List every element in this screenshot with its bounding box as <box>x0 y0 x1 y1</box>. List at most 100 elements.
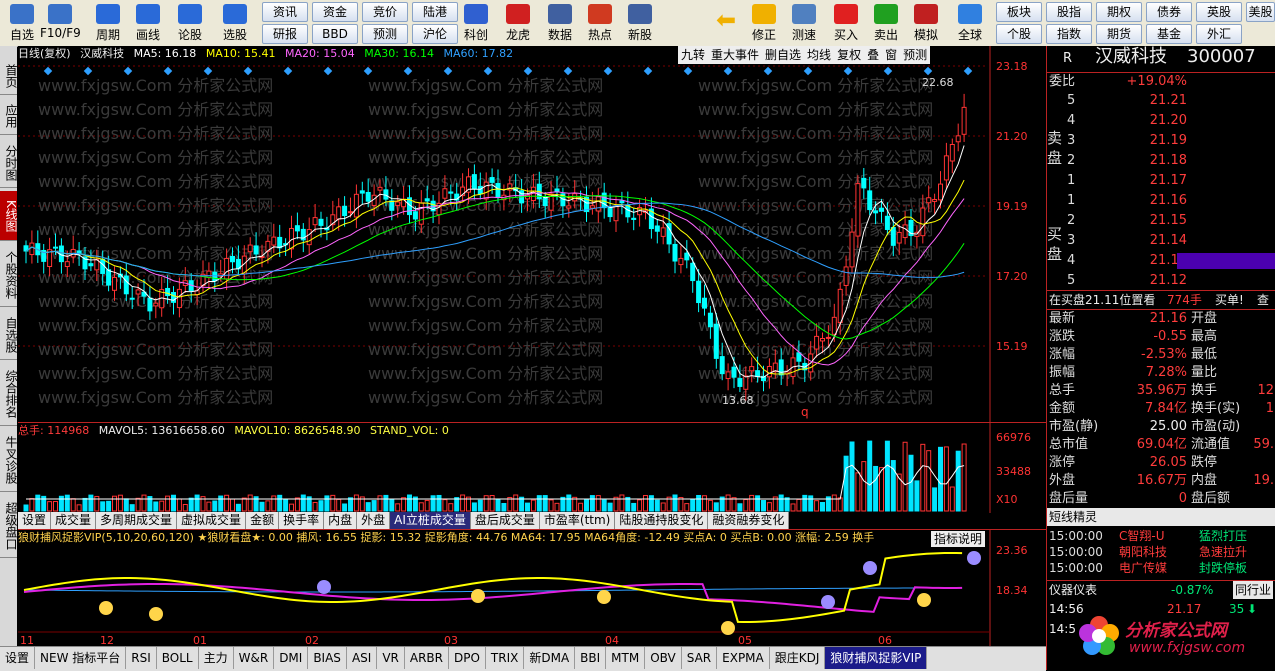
toolbar-btn-10[interactable]: 新股 <box>620 0 660 46</box>
event-marker[interactable] <box>43 66 53 76</box>
indicator-tab-7[interactable]: BIAS <box>308 647 347 669</box>
bid-row-4[interactable]: 5 21.12 <box>1047 272 1275 290</box>
left-tab-1[interactable]: 应用 <box>0 98 18 135</box>
event-marker[interactable] <box>723 66 733 76</box>
toolbar-btn-14[interactable]: 卖出 <box>866 0 906 46</box>
event-marker[interactable] <box>403 66 413 76</box>
volume-tab-11[interactable]: 陆股通持股变化 <box>615 512 709 529</box>
toolbar-small-10[interactable]: 期权 <box>1096 2 1142 22</box>
event-marker[interactable] <box>283 66 293 76</box>
toolbar-btn-11[interactable]: 修正 <box>744 0 784 46</box>
event-marker[interactable] <box>603 66 613 76</box>
ask-row-0[interactable]: 5 21.21 <box>1047 92 1275 110</box>
toolbar-small-2[interactable]: 竞价 <box>362 2 408 22</box>
indicator-chart[interactable]: 狼财捕风捉影VIP(5,10,20,60,120) ★狼财看盘★: 0.00 捕… <box>18 529 1046 647</box>
toolbar-btn-4[interactable]: 论股 <box>170 0 210 46</box>
volume-tab-5[interactable]: 换手率 <box>279 512 325 529</box>
indicator-tab-12[interactable]: TRIX <box>486 647 525 669</box>
toolbar-small-12[interactable]: 英股 <box>1196 2 1242 22</box>
event-marker[interactable] <box>123 66 133 76</box>
indicator-tab-8[interactable]: ASI <box>347 647 378 669</box>
indicator-tab-19[interactable]: 跟庄KDJ <box>770 647 826 669</box>
indicator-tab-16[interactable]: OBV <box>645 647 682 669</box>
toolbar-btn-5[interactable]: 选股 <box>215 0 255 46</box>
volume-tab-7[interactable]: 外盘 <box>357 512 391 529</box>
event-marker[interactable] <box>523 66 533 76</box>
industry-more-button[interactable]: 同行业 <box>1233 581 1274 599</box>
event-marker[interactable] <box>443 66 453 76</box>
bid-row-0[interactable]: 1 21.16 <box>1047 192 1275 210</box>
toolbar-small-15[interactable]: 期货 <box>1096 24 1142 44</box>
event-marker[interactable] <box>963 66 973 76</box>
toolbar-btn-6[interactable]: 科创 <box>456 0 496 46</box>
indicator-tab-5[interactable]: W&R <box>234 647 275 669</box>
event-marker[interactable] <box>683 66 693 76</box>
indicator-tab-0[interactable]: 设置 <box>0 647 36 669</box>
event-marker[interactable] <box>923 66 933 76</box>
ask-row-2[interactable]: 3 21.19 <box>1047 132 1275 150</box>
volume-tab-1[interactable]: 成交量 <box>51 512 97 529</box>
volume-tab-8[interactable]: AI立桩成交量 <box>390 512 471 529</box>
ask-row-3[interactable]: 2 21.18 <box>1047 152 1275 170</box>
toolbar-btn-16[interactable]: 全球 <box>950 0 990 46</box>
indicator-tab-2[interactable]: RSI <box>126 647 157 669</box>
left-tab-3[interactable]: K线图 <box>0 191 18 241</box>
toolbar-small-9[interactable]: 股指 <box>1046 2 1092 22</box>
left-tab-5[interactable]: 自选股 <box>0 310 18 360</box>
toolbar-btn-3[interactable]: 画线 <box>128 0 168 46</box>
indicator-tab-3[interactable]: BOLL <box>157 647 199 669</box>
toolbar-btn-15[interactable]: 模拟 <box>906 0 946 46</box>
toolbar-small-17[interactable]: 外汇 <box>1196 24 1242 44</box>
volume-tab-0[interactable]: 设置 <box>18 512 52 529</box>
event-marker[interactable] <box>563 66 573 76</box>
volume-tab-6[interactable]: 内盘 <box>324 512 358 529</box>
volume-tab-9[interactable]: 盘后成交量 <box>470 512 540 529</box>
kline-chart[interactable]: 日线(复权) 汉威科技 MA5: 16.18 MA10: 15.41 MA20:… <box>18 46 1046 423</box>
indicator-tab-13[interactable]: 新DMA <box>524 647 576 669</box>
toolbar-small-16[interactable]: 基金 <box>1146 24 1192 44</box>
event-marker[interactable] <box>763 66 773 76</box>
toolbar-small-4[interactable]: 研报 <box>262 24 308 44</box>
indicator-tab-18[interactable]: EXPMA <box>717 647 770 669</box>
event-marker[interactable] <box>363 66 373 76</box>
back-arrow-icon[interactable]: ⬅ <box>716 6 736 34</box>
toolbar-btn-1[interactable]: F10/F9 <box>40 0 81 46</box>
indicator-tab-15[interactable]: MTM <box>606 647 646 669</box>
toolbar-small-7[interactable]: 沪伦 <box>412 24 458 44</box>
event-marker[interactable] <box>203 66 213 76</box>
toolbar-small-18[interactable]: 美股 <box>1246 2 1275 22</box>
volume-tab-2[interactable]: 多周期成交量 <box>96 512 178 529</box>
toolbar-small-11[interactable]: 债券 <box>1146 2 1192 22</box>
event-marker[interactable] <box>883 66 893 76</box>
indicator-tab-6[interactable]: DMI <box>274 647 309 669</box>
volume-tab-10[interactable]: 市盈率(ttm) <box>539 512 616 529</box>
toolbar-btn-12[interactable]: 测速 <box>784 0 824 46</box>
indicator-tab-20[interactable]: 狼财捕风捉影VIP <box>825 647 928 669</box>
ask-row-1[interactable]: 4 21.20 <box>1047 112 1275 130</box>
toolbar-btn-8[interactable]: 数据 <box>540 0 580 46</box>
toolbar-small-1[interactable]: 资金 <box>312 2 358 22</box>
indicator-tab-1[interactable]: NEW 指标平台 <box>35 647 127 669</box>
volume-tab-4[interactable]: 金额 <box>246 512 280 529</box>
event-marker[interactable] <box>83 66 93 76</box>
toolbar-btn-0[interactable]: 自选 <box>2 0 42 46</box>
volume-tab-12[interactable]: 融资融券变化 <box>708 512 790 529</box>
indicator-tab-4[interactable]: 主力 <box>199 647 234 669</box>
event-marker[interactable] <box>803 66 813 76</box>
left-tab-2[interactable]: 分时图 <box>0 138 18 188</box>
indicator-tab-10[interactable]: ARBR <box>405 647 449 669</box>
ask-row-4[interactable]: 1 21.17 <box>1047 172 1275 190</box>
event-marker[interactable] <box>243 66 253 76</box>
indicator-tab-14[interactable]: BBI <box>575 647 607 669</box>
left-tab-6[interactable]: 综合排名 <box>0 363 18 426</box>
event-marker[interactable] <box>643 66 653 76</box>
toolbar-small-0[interactable]: 资讯 <box>262 2 308 22</box>
toolbar-small-14[interactable]: 指数 <box>1046 24 1092 44</box>
short-line-item[interactable]: 15:00:00 C智翔-U 猛烈打压 <box>1047 528 1275 544</box>
indicator-tab-17[interactable]: SAR <box>682 647 718 669</box>
short-line-item[interactable]: 15:00:00 电广传媒 封跌停板 <box>1047 560 1275 576</box>
toolbar-small-3[interactable]: 陆港 <box>412 2 458 22</box>
event-marker[interactable] <box>843 66 853 76</box>
buying-more-link[interactable]: 查 <box>1257 291 1269 309</box>
toolbar-small-13[interactable]: 个股 <box>996 24 1042 44</box>
